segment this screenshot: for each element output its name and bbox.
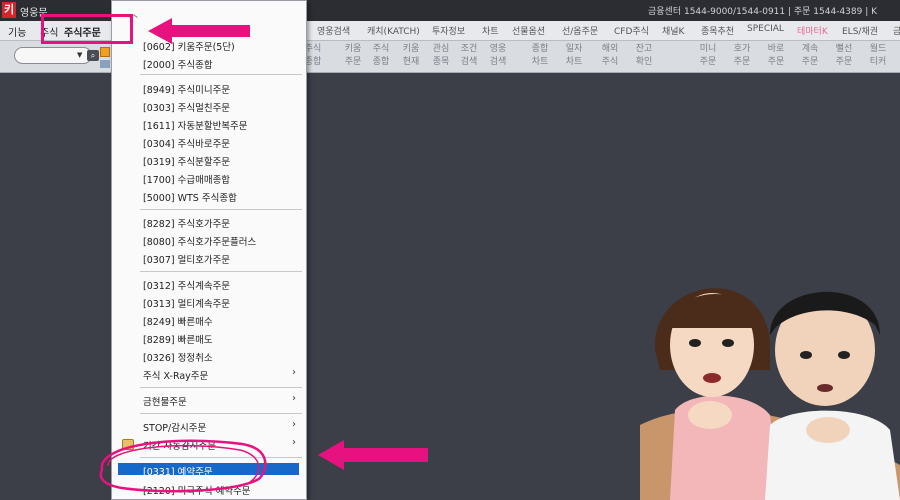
chevron-down-icon[interactable]: ▼ — [77, 51, 82, 59]
folder-icon[interactable] — [100, 47, 110, 57]
toolbar-button[interactable]: 조건 검색 — [456, 41, 482, 72]
screen-icon[interactable] — [100, 60, 110, 68]
toolbar-button[interactable]: 해외 주식 — [597, 41, 623, 72]
menu-option[interactable]: [0312] 주식계속주문 — [143, 278, 230, 292]
toolbar-button[interactable]: 바로 주문 — [763, 41, 789, 72]
menu-cfd[interactable]: CFD주식 — [614, 24, 649, 37]
menu-separator — [140, 271, 302, 272]
menu-more[interactable]: 금 — [893, 24, 900, 37]
chevron-right-icon: › — [292, 367, 296, 378]
toolbar-button[interactable]: 키움 주문 — [340, 41, 366, 72]
menu-option[interactable]: [0326] 정정취소 — [143, 350, 213, 364]
chevron-right-icon: › — [292, 419, 296, 430]
menu-hero-search[interactable]: 영웅검색 — [317, 24, 350, 37]
toolbar-button[interactable]: 미니 주문 — [695, 41, 721, 72]
toolbar-button[interactable]: 월드 티커 — [865, 41, 891, 72]
menu-futures-order[interactable]: 선/옵주문 — [562, 24, 598, 37]
ellipse-annotation — [99, 439, 267, 493]
toolbar-button[interactable]: 일자 차트 — [561, 41, 587, 72]
toolbar-button[interactable]: 영웅 검색 — [485, 41, 511, 72]
menu-option[interactable]: [8080] 주식호가주문플러스 — [143, 234, 256, 248]
search-icon[interactable]: ⌕ — [87, 50, 99, 61]
menu-option[interactable]: [1700] 수급매매종합 — [143, 172, 230, 186]
toolbar-button[interactable]: 계속 주문 — [797, 41, 823, 72]
menu-futures-options[interactable]: 선물옵션 — [512, 24, 545, 37]
menu-option[interactable]: [1611] 자동분할반복주문 — [143, 118, 248, 132]
menu-option[interactable]: [0304] 주식바로주문 — [143, 136, 230, 150]
menu-option[interactable]: 주식 X-Ray주문 — [143, 368, 208, 382]
stock-search-input[interactable]: ▼ ⌕ — [14, 47, 99, 64]
toolbar-button[interactable]: 뻘선 주문 — [831, 41, 857, 72]
menu-option[interactable]: [8289] 빠른매도 — [143, 332, 213, 346]
highlight-box-annotation — [41, 14, 133, 44]
chevron-right-icon: › — [292, 437, 296, 448]
customer-center-info: 금융센터 1544-9000/1544-0911 | 주문 1544-4389 … — [648, 7, 878, 17]
menu-invest-info[interactable]: 투자정보 — [432, 24, 465, 37]
stock-order-dropdown-menu: ︿ [0602] 키움주문(5단) [2000] 주식종합 [8949] 주식미… — [111, 0, 307, 500]
menu-option[interactable]: [5000] WTS 주식종합 — [143, 190, 237, 204]
arrow-left-icon — [148, 18, 250, 44]
menu-separator — [140, 413, 302, 414]
menu-els[interactable]: ELS/채권 — [842, 24, 878, 37]
menu-function[interactable]: 기능 — [8, 24, 26, 39]
menu-option[interactable]: [0319] 주식분할주문 — [143, 154, 230, 168]
menu-recommend[interactable]: 종목추천 — [701, 24, 734, 37]
chevron-right-icon: › — [292, 393, 296, 404]
menu-option[interactable]: [8249] 빠른매수 — [143, 314, 213, 328]
toolbar-button[interactable]: 호가 주문 — [729, 41, 755, 72]
menu-special[interactable]: SPECIAL — [747, 24, 784, 34]
menu-option[interactable]: [8949] 주식미니주문 — [143, 82, 230, 96]
toolbar-button[interactable]: 키움 현재 — [398, 41, 424, 72]
menu-option[interactable]: 금현물주문 — [143, 394, 187, 408]
menu-option[interactable]: [0307] 멀티호가주문 — [143, 252, 230, 266]
menu-katch[interactable]: 캐치(KATCH) — [367, 24, 420, 37]
menu-separator — [140, 74, 302, 75]
menu-separator — [140, 209, 302, 210]
menu-separator — [140, 387, 302, 388]
menu-option[interactable]: [2000] 주식종합 — [143, 57, 213, 71]
cartoon-illustration — [640, 288, 900, 500]
menu-option[interactable]: [8282] 주식호가주문 — [143, 216, 230, 230]
app-logo: 키 — [2, 2, 16, 18]
toolbar-button[interactable]: 종합 차트 — [527, 41, 553, 72]
toolbar-button[interactable]: 잔고 확인 — [631, 41, 657, 72]
toolbar-button[interactable]: 주식 종합 — [368, 41, 394, 72]
menu-chart[interactable]: 차트 — [482, 24, 499, 37]
menu-option[interactable]: [0313] 멀티계속주문 — [143, 296, 230, 310]
menu-theme[interactable]: 테마터K — [797, 24, 828, 37]
menu-channel-k[interactable]: 채널K — [662, 24, 684, 37]
toolbar-button[interactable]: 관심 종목 — [428, 41, 454, 72]
menu-option[interactable]: [0303] 주식멀친주문 — [143, 100, 230, 114]
arrow-left-icon — [318, 440, 428, 470]
